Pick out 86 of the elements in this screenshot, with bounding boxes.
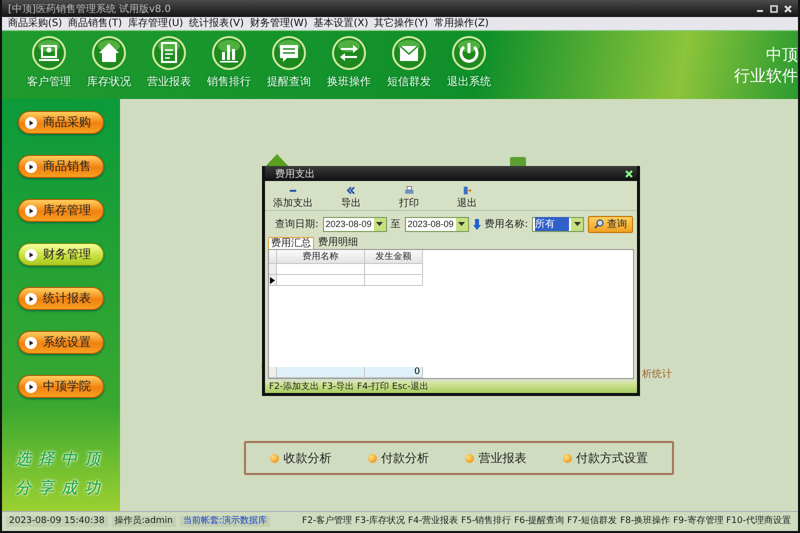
toolbar-button[interactable]: 库存状况 [80, 35, 138, 89]
field-label: 至 [390, 218, 401, 231]
function-button[interactable]: 付款方式设置 [556, 448, 654, 468]
toolbar-button[interactable]: 客户管理 [20, 35, 78, 89]
menu-item[interactable]: 其它操作(Y) [374, 18, 428, 30]
play-icon [25, 380, 37, 392]
play-icon [25, 248, 37, 260]
down-arrow-icon[interactable] [472, 218, 481, 230]
search-icon [594, 219, 604, 229]
menu-item[interactable]: 库存管理(U) [128, 18, 184, 30]
dot-icon [562, 454, 572, 462]
toolbar-button[interactable]: 提醒查询 [260, 35, 318, 89]
brand-slogan: 行业软件 [734, 66, 798, 85]
envelope-icon [391, 35, 427, 71]
dropdown-field[interactable]: 2023-08-09 [404, 216, 469, 232]
field-label: 费用名称: [484, 218, 528, 231]
partial-label: 析统计 [642, 368, 672, 381]
status-account: 当前帐套:演示数据库 [180, 516, 270, 527]
maximize-icon[interactable] [770, 4, 778, 12]
house-icon [91, 35, 127, 71]
person-icon [31, 35, 67, 71]
brand-name: 中顶 [766, 45, 798, 64]
dialog-title: 费用支出 [275, 168, 315, 180]
function-button[interactable]: 收款分析 [264, 448, 338, 468]
play-icon [25, 204, 37, 216]
menu-item[interactable]: 商品采购(S) [8, 18, 62, 30]
sidebar-button[interactable]: 商品采购 [18, 111, 104, 134]
slogan-text: 选择中顶 [15, 449, 107, 470]
menu-item[interactable]: 统计报表(V) [189, 18, 244, 30]
printer-icon [402, 186, 416, 195]
play-icon [25, 160, 37, 172]
function-button[interactable]: 付款分析 [362, 448, 435, 468]
bar-chart-icon [211, 35, 247, 71]
sidebar-button[interactable]: 库存管理 [18, 199, 104, 222]
toolbar-button[interactable]: 换班操作 [320, 35, 378, 89]
column-header[interactable]: 发生金额 [365, 250, 423, 264]
tab[interactable]: 费用明细 [316, 237, 360, 249]
status-time: 2023-08-09 15:40:38 [6, 516, 108, 527]
table-cell [365, 275, 423, 286]
row-header [269, 367, 277, 378]
shortcut-hint: F2-添加支出 F3-导出 F4-打印 Esc-退出 [265, 382, 637, 393]
function-button[interactable]: 营业报表 [459, 448, 532, 468]
speech-bubble-icon [271, 35, 307, 71]
tab[interactable]: 费用汇总 [268, 237, 314, 249]
table-cell [365, 264, 423, 275]
toolbar-button[interactable]: 导出 [329, 186, 373, 210]
dot-icon [465, 454, 474, 462]
toolbar-button[interactable]: 退出系统 [440, 35, 498, 89]
sidebar-button[interactable]: 财务管理 [18, 243, 104, 266]
field-label: 查询日期: [275, 218, 319, 231]
dropdown-field[interactable]: 2023-08-09 [322, 216, 387, 232]
caret-icon [574, 222, 580, 226]
status-operator: 操作员:admin [112, 516, 176, 527]
sidebar-button[interactable]: 中顶学院 [18, 375, 104, 398]
caret-icon [376, 222, 384, 226]
toolbar-button[interactable]: 添加支出 [271, 186, 315, 210]
menu-item[interactable]: 常用操作(Z) [434, 18, 489, 30]
window-title: [中顶]医药销售管理系统 试用版v8.0 [8, 2, 171, 16]
close-icon[interactable] [784, 4, 792, 12]
sidebar-button[interactable]: 系统设置 [18, 331, 104, 354]
toolbar-button[interactable]: 退出 [445, 186, 489, 210]
close-icon[interactable] [625, 170, 633, 178]
toolbar-button[interactable]: 打印 [387, 186, 431, 210]
toolbar-button[interactable]: 销售排行 [200, 35, 258, 89]
toolbar-button[interactable]: 营业报表 [140, 35, 198, 89]
dot-icon [270, 454, 280, 462]
menu-item[interactable]: 基本设置(X) [314, 18, 368, 30]
power-icon [451, 35, 487, 71]
document-icon [151, 35, 187, 71]
status-shortcuts: F2-客户管理 F3-库存状况 F4-营业报表 F5-销售排行 F6-提醒查询 F7-短信群发 F8-换班操作 F9-寄存管理 F10-代理商设置 [301, 516, 792, 527]
menu-item[interactable]: 财务管理(W) [250, 18, 308, 30]
slogan-text: 分享成功 [15, 478, 107, 499]
play-icon [25, 116, 37, 128]
caret-icon [458, 222, 466, 226]
dot-icon [368, 454, 377, 462]
sidebar-button[interactable]: 统计报表 [18, 287, 104, 310]
play-icon [25, 292, 37, 304]
query-button[interactable]: 查询 [588, 216, 633, 232]
swap-arrows-icon [331, 35, 367, 71]
play-icon [25, 336, 37, 348]
menu-item[interactable]: 商品销售(T) [68, 18, 122, 30]
total-cell: 0 [365, 367, 423, 378]
sidebar-button[interactable]: 商品销售 [18, 155, 104, 178]
toolbar-button[interactable]: 短信群发 [380, 35, 438, 89]
column-header[interactable]: 费用名称 [277, 250, 365, 264]
dropdown-field[interactable]: 所有 [532, 216, 584, 232]
